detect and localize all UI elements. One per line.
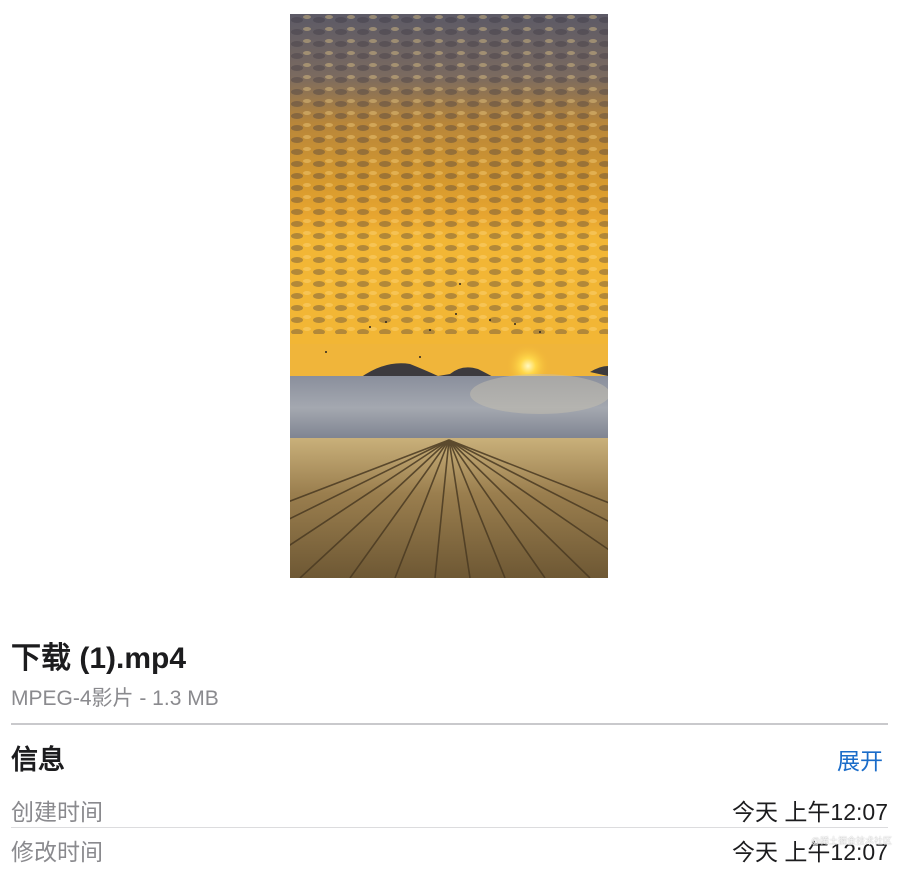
file-name: 下载 (1).mp4 [11, 642, 187, 675]
file-type-size: MPEG-4影片 - 1.3 MB [11, 687, 219, 710]
watermark: @稀土掘金技术社区 [810, 836, 892, 846]
info-row-modified: 修改时间 今天 上午12:07 [11, 833, 888, 869]
row-divider [11, 827, 888, 828]
modified-label: 修改时间 [11, 839, 103, 865]
created-label: 创建时间 [11, 799, 103, 825]
info-section-title: 信息 [11, 745, 65, 775]
section-divider [11, 723, 888, 725]
video-thumbnail[interactable] [290, 14, 608, 578]
sunset-boardwalk-image [290, 14, 608, 578]
created-value: 今天 上午12:07 [732, 799, 888, 825]
info-row-created: 创建时间 今天 上午12:07 [11, 793, 888, 829]
expand-button[interactable]: 展开 [837, 742, 883, 776]
